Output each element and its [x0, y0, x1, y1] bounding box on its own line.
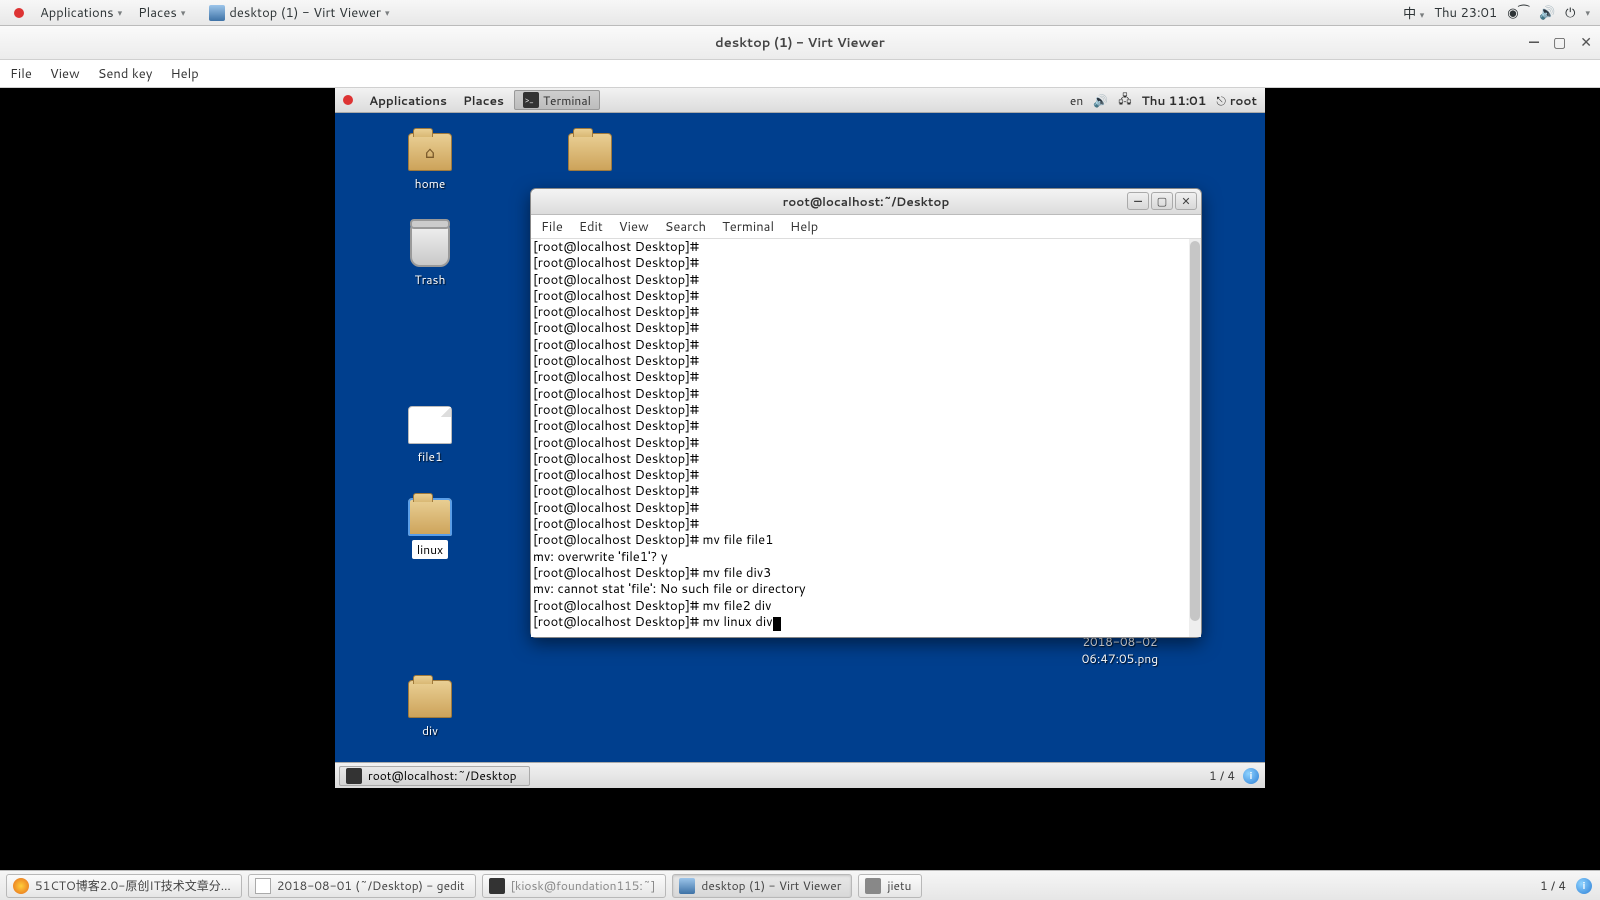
- desktop-icon-file1[interactable]: file1: [385, 406, 475, 465]
- host-clock[interactable]: Thu 23:01: [1434, 4, 1497, 22]
- terminal-titlebar[interactable]: root@localhost:~/Desktop — ▢ ✕: [531, 189, 1201, 215]
- folder-icon: [568, 133, 612, 171]
- host-top-panel: Applications ▾ Places ▾ desktop (1) - Vi…: [0, 0, 1600, 26]
- folder-icon: [408, 498, 452, 536]
- host-running-app[interactable]: desktop (1) - Virt Viewer ▾: [201, 4, 397, 22]
- term-menu-search[interactable]: Search: [665, 218, 706, 236]
- taskbar-firefox[interactable]: 51CTO博客2.0-原创IT技术文章分…: [6, 874, 242, 898]
- taskbar-jietu[interactable]: jietu: [858, 874, 922, 898]
- host-applications-menu[interactable]: Applications ▾: [32, 4, 130, 22]
- term-menu-edit[interactable]: Edit: [579, 218, 603, 236]
- terminal-icon: >_: [523, 92, 539, 108]
- taskbar-gedit[interactable]: 2018-08-01 (~/Desktop) - gedit: [248, 874, 476, 898]
- guest-bottom-panel: root@localhost:~/Desktop 1 / 4 i: [335, 762, 1265, 788]
- trash-icon: [410, 223, 450, 267]
- close-button[interactable]: ✕: [1580, 32, 1592, 52]
- wifi-icon[interactable]: ◉⁀: [1507, 4, 1529, 22]
- firefox-icon: [13, 878, 29, 894]
- host-activities-icon[interactable]: [6, 8, 32, 18]
- virt-viewer-menubar: File View Send key Help: [0, 60, 1600, 88]
- vm-display-stage: Applications Places >_ Terminal en 🔊 🖧 T…: [0, 88, 1600, 870]
- folder-icon: [408, 680, 452, 718]
- terminal-window[interactable]: root@localhost:~/Desktop — ▢ ✕ File Edit…: [530, 188, 1202, 638]
- vv-menu-sendkey[interactable]: Send key: [98, 65, 153, 83]
- guest-taskbar-terminal[interactable]: root@localhost:~/Desktop: [339, 766, 530, 786]
- desktop-icon-linux[interactable]: linux: [385, 498, 475, 559]
- guest-activities-icon[interactable]: [335, 95, 361, 105]
- taskbar-virt-viewer[interactable]: desktop (1) - Virt Viewer: [672, 874, 852, 898]
- maximize-button[interactable]: ▢: [1553, 32, 1566, 52]
- guest-lang-indicator[interactable]: en: [1070, 92, 1083, 109]
- desktop-icon-div[interactable]: div: [385, 680, 475, 739]
- desktop-icon-home[interactable]: ⌂ home: [385, 133, 475, 192]
- desktop-icon-trash[interactable]: Trash: [385, 223, 475, 288]
- terminal-maximize-button[interactable]: ▢: [1151, 192, 1173, 210]
- vv-menu-help[interactable]: Help: [170, 65, 198, 83]
- terminal-output[interactable]: [root@localhost Desktop]# [root@localhos…: [531, 239, 1201, 637]
- power-icon[interactable]: ⏻: [1565, 4, 1575, 22]
- guest-top-panel: Applications Places >_ Terminal en 🔊 🖧 T…: [335, 88, 1265, 113]
- term-menu-file[interactable]: File: [541, 218, 563, 236]
- terminal-menubar: File Edit View Search Terminal Help: [531, 215, 1201, 239]
- guest-places-menu[interactable]: Places: [455, 92, 512, 109]
- guest-workspace-pager[interactable]: 1 / 4: [1209, 767, 1235, 784]
- ime-indicator[interactable]: 中 ▾: [1403, 3, 1424, 23]
- terminal-icon: [489, 878, 505, 894]
- minimize-button[interactable]: —: [1529, 32, 1539, 52]
- terminal-close-button[interactable]: ✕: [1175, 192, 1197, 210]
- host-bottom-panel: 51CTO博客2.0-原创IT技术文章分… 2018-08-01 (~/Desk…: [0, 870, 1600, 900]
- host-places-menu[interactable]: Places ▾: [130, 4, 193, 22]
- desktop-icon-div3[interactable]: [545, 133, 635, 175]
- guest-network-icon[interactable]: 🖧: [1118, 90, 1131, 111]
- virt-viewer-title: desktop (1) - Virt Viewer: [715, 34, 885, 52]
- guest-applications-menu[interactable]: Applications: [361, 92, 455, 109]
- term-menu-help[interactable]: Help: [790, 218, 818, 236]
- host-workspace-pager[interactable]: 1 / 4: [1540, 877, 1566, 894]
- app-icon: [865, 878, 881, 894]
- taskbar-kiosk-terminal[interactable]: [kiosk@foundation115:~]: [482, 874, 667, 898]
- folder-icon: ⌂: [408, 133, 452, 171]
- virt-viewer-titlebar[interactable]: desktop (1) - Virt Viewer — ▢ ✕: [0, 26, 1600, 60]
- guest-notification-icon[interactable]: i: [1243, 768, 1259, 784]
- virt-viewer-icon: [679, 878, 695, 894]
- vv-menu-file[interactable]: File: [10, 65, 32, 83]
- terminal-scrollbar[interactable]: [1189, 239, 1201, 637]
- guest-running-terminal[interactable]: >_ Terminal: [514, 90, 600, 110]
- logout-icon: ⎋: [1216, 92, 1226, 109]
- term-menu-terminal[interactable]: Terminal: [722, 218, 774, 236]
- file-icon: [408, 406, 452, 444]
- virt-viewer-icon: [209, 5, 225, 21]
- host-notification-icon[interactable]: i: [1576, 878, 1592, 894]
- terminal-minimize-button[interactable]: —: [1127, 192, 1149, 210]
- terminal-title: root@localhost:~/Desktop: [783, 193, 950, 210]
- guest-clock[interactable]: Thu 11:01: [1142, 92, 1207, 109]
- guest-volume-icon[interactable]: 🔊: [1093, 92, 1108, 109]
- guest-user-menu[interactable]: ⎋root: [1216, 92, 1257, 109]
- vv-menu-view[interactable]: View: [50, 65, 80, 83]
- guest-desktop[interactable]: Applications Places >_ Terminal en 🔊 🖧 T…: [335, 88, 1265, 788]
- volume-icon[interactable]: 🔊: [1539, 4, 1555, 22]
- virt-viewer-window: desktop (1) - Virt Viewer — ▢ ✕ File Vie…: [0, 26, 1600, 870]
- desktop-icon-screenshot[interactable]: 2018-08-02 06:47:05.png: [1060, 633, 1180, 667]
- gedit-icon: [255, 878, 271, 894]
- terminal-icon: [346, 768, 362, 784]
- term-menu-view[interactable]: View: [619, 218, 649, 236]
